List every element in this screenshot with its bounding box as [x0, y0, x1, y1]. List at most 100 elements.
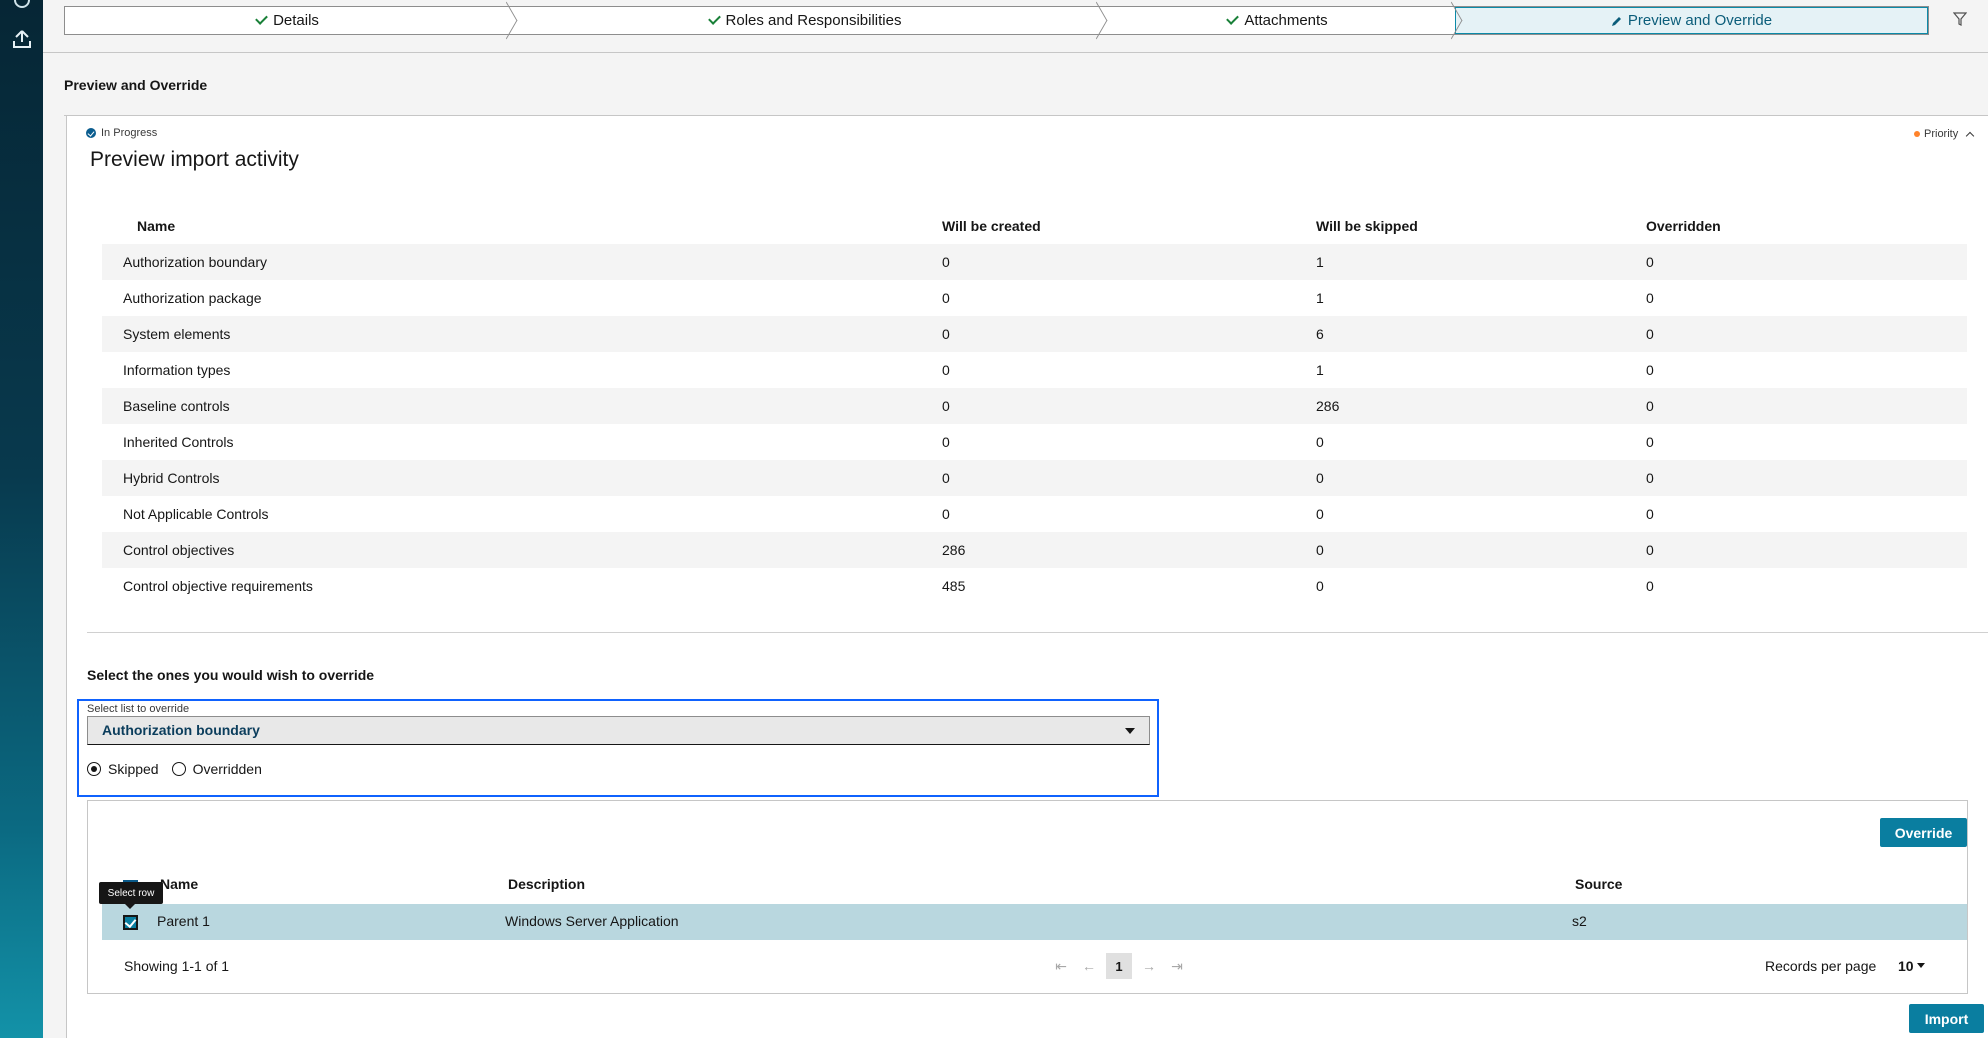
- table-row: Hybrid Controls 0 0 0: [102, 460, 1967, 496]
- cell-name: Control objectives: [102, 532, 942, 568]
- grid-header-source: Source: [1575, 876, 1623, 892]
- cell-skipped: 0: [1316, 434, 1324, 450]
- row-name: Parent 1: [157, 913, 210, 929]
- table-row: System elements 0 6 0: [102, 316, 1967, 352]
- pagination-summary: Showing 1-1 of 1: [124, 958, 230, 974]
- step-attachments[interactable]: Attachments: [1100, 7, 1455, 34]
- cell-skipped: 1: [1316, 362, 1324, 378]
- upload-icon[interactable]: [11, 28, 33, 50]
- override-list-select[interactable]: Authorization boundary: [87, 716, 1150, 745]
- cell-created: 0: [942, 316, 1316, 352]
- cell-created: 286: [942, 532, 1316, 568]
- step-label: Details: [273, 12, 319, 29]
- cell-overridden: 0: [1646, 532, 1967, 568]
- row-checkbox[interactable]: [123, 915, 138, 930]
- next-page-icon[interactable]: →: [1138, 955, 1160, 977]
- step-label: Preview and Override: [1627, 12, 1773, 29]
- records-per-page-select[interactable]: 10: [1898, 958, 1914, 974]
- row-description: Windows Server Application: [505, 913, 679, 929]
- cell-skipped: 1: [1316, 290, 1324, 306]
- cell-overridden: 0: [1646, 460, 1967, 496]
- chevron-up-icon[interactable]: [1965, 131, 1975, 140]
- table-row: Authorization package 0 1 0: [102, 280, 1967, 316]
- radio-skipped-label[interactable]: Skipped: [108, 761, 159, 777]
- cell-skipped: 286: [1316, 388, 1646, 424]
- grid-header-name: Name: [160, 876, 199, 892]
- priority-dot-icon: [1914, 131, 1920, 137]
- step-preview-override[interactable]: Preview and Override: [1455, 7, 1928, 34]
- step-details[interactable]: Details: [65, 7, 510, 34]
- priority-label: Priority: [1924, 128, 1959, 140]
- cell-created: 0: [942, 460, 1316, 496]
- cell-name: Information types: [123, 362, 231, 378]
- cell-name: Not Applicable Controls: [123, 506, 269, 522]
- cell-name: Hybrid Controls: [102, 460, 942, 496]
- table-row: Not Applicable Controls 0 0 0: [102, 496, 1967, 532]
- caret-down-icon[interactable]: [1917, 963, 1925, 968]
- override-section-title: Select the ones you would wish to overri…: [87, 667, 375, 683]
- cell-skipped: 6: [1316, 316, 1646, 352]
- cell-created: 0: [942, 290, 950, 306]
- section-title: Preview and Override: [64, 77, 208, 93]
- cell-overridden: 0: [1646, 316, 1967, 352]
- table-row: Authorization boundary 0 1 0: [102, 244, 1967, 280]
- checkmark-icon: [1226, 12, 1240, 25]
- last-page-icon[interactable]: ⇥: [1166, 955, 1188, 977]
- cell-name: Baseline controls: [102, 388, 942, 424]
- first-page-icon[interactable]: ⇤: [1050, 955, 1072, 977]
- column-header-name: Name: [137, 218, 176, 234]
- table-row: Control objectives 286 0 0: [102, 532, 1967, 568]
- priority-toggle[interactable]: Priority: [1914, 128, 1975, 140]
- column-header-overridden: Overridden: [1646, 218, 1721, 234]
- override-grid: [87, 800, 1968, 994]
- status-text: In Progress: [101, 127, 158, 139]
- table-row: Information types 0 1 0: [102, 352, 1967, 388]
- pencil-icon: [1611, 16, 1621, 26]
- import-button[interactable]: Import: [1909, 1004, 1984, 1033]
- page-number[interactable]: 1: [1106, 953, 1132, 979]
- progress-stepper: Details Roles and Responsibilities Attac…: [64, 6, 1929, 35]
- cell-name: Control objective requirements: [123, 578, 313, 594]
- cell-created: 0: [942, 362, 950, 378]
- cell-name: Authorization package: [123, 290, 262, 306]
- grid-header-description: Description: [508, 876, 586, 892]
- column-header-created: Will be created: [942, 218, 1041, 234]
- cell-created: 485: [942, 578, 966, 594]
- cell-skipped: 0: [1316, 506, 1324, 522]
- step-label: Roles and Responsibilities: [725, 12, 902, 29]
- in-progress-icon: [86, 128, 96, 138]
- cell-overridden: 0: [1646, 578, 1654, 594]
- select-value: Authorization boundary: [102, 722, 260, 738]
- cell-skipped: 0: [1316, 578, 1324, 594]
- status-badge: In Progress: [86, 127, 157, 139]
- cell-overridden: 0: [1646, 434, 1654, 450]
- focus-outline: [77, 699, 1159, 797]
- header-divider: [43, 52, 1988, 53]
- table-row: Control objective requirements 485 0 0: [102, 568, 1967, 604]
- cell-created: 0: [942, 434, 950, 450]
- section-divider: [87, 632, 1988, 633]
- table-header-row: Name Will be created Will be skipped Ove…: [102, 208, 1967, 244]
- cell-overridden: 0: [1646, 506, 1654, 522]
- globe-icon[interactable]: [14, 0, 30, 8]
- cell-skipped: 0: [1316, 460, 1646, 496]
- table-row[interactable]: [102, 904, 1967, 940]
- cell-overridden: 0: [1646, 388, 1967, 424]
- radio-skipped[interactable]: [87, 762, 101, 776]
- select-list-label: Select list to override: [87, 703, 190, 715]
- radio-overridden[interactable]: [171, 762, 186, 776]
- cell-created: 0: [942, 506, 950, 522]
- cell-name: System elements: [102, 316, 942, 352]
- step-roles[interactable]: Roles and Responsibilities: [510, 7, 1100, 34]
- radio-overridden-label[interactable]: Overridden: [193, 761, 262, 777]
- cell-skipped: 1: [1316, 244, 1646, 280]
- step-label: Attachments: [1244, 12, 1328, 29]
- filter-icon[interactable]: [1953, 12, 1967, 26]
- table-row: Inherited Controls 0 0 0: [102, 424, 1967, 460]
- cell-overridden: 0: [1646, 290, 1654, 306]
- page-title: Preview import activity: [90, 148, 299, 171]
- prev-page-icon[interactable]: ←: [1078, 955, 1100, 977]
- override-button[interactable]: Override: [1880, 818, 1967, 847]
- cell-skipped: 0: [1316, 532, 1646, 568]
- cell-name: Authorization boundary: [102, 244, 942, 280]
